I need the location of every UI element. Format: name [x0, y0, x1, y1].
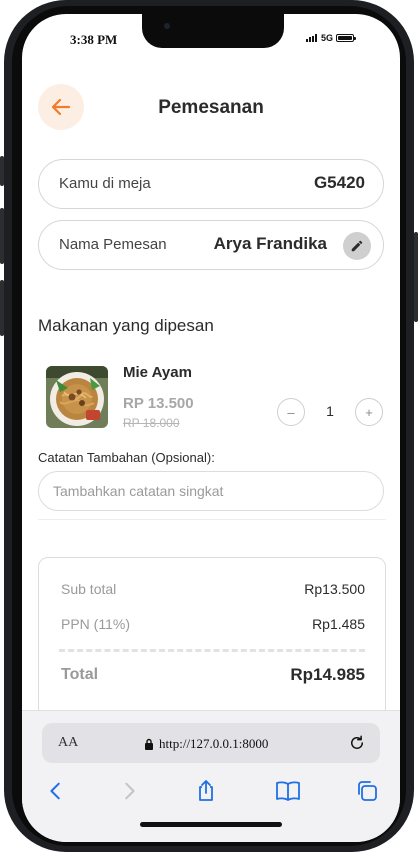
- minus-icon: –: [287, 404, 295, 420]
- lock-icon: [145, 738, 153, 750]
- power-button: [414, 232, 418, 322]
- network-type: 5G: [321, 33, 334, 43]
- table-label: Kamu di meja: [59, 175, 151, 192]
- table-card: Kamu di meja G5420: [38, 159, 384, 209]
- total-value: Rp14.985: [290, 665, 365, 684]
- address-bar[interactable]: AA http://127.0.0.1:8000: [42, 723, 380, 763]
- decrease-quantity-button[interactable]: –: [277, 398, 305, 426]
- tax-label: PPN (11%): [61, 616, 130, 632]
- volume-button: [0, 208, 4, 264]
- browser-forward-button[interactable]: [115, 777, 143, 805]
- customer-card: Nama Pemesan Arya Frandika: [38, 220, 384, 270]
- battery-icon: [336, 34, 357, 42]
- summary-divider: [59, 649, 365, 652]
- quantity-value: 1: [326, 403, 334, 419]
- browser-back-button[interactable]: [42, 777, 70, 805]
- front-camera: [164, 23, 170, 29]
- home-indicator: [140, 822, 282, 827]
- reload-icon[interactable]: [348, 734, 366, 752]
- item-price: RP 13.500: [123, 395, 194, 412]
- subtotal-label: Sub total: [61, 581, 117, 597]
- signal-icon: [306, 34, 318, 42]
- notes-input[interactable]: [38, 471, 384, 511]
- back-chevron-icon: [50, 782, 60, 800]
- item-name: Mie Ayam: [123, 364, 192, 381]
- status-indicators: 5G: [306, 33, 357, 43]
- tabs-icon: [358, 781, 377, 801]
- screen: 3:38 PM 5G Pemesanan Kamu di meja G5420 …: [22, 14, 400, 842]
- notes-label: Catatan Tambahan (Opsional):: [38, 450, 215, 465]
- increase-quantity-button[interactable]: +: [355, 398, 383, 426]
- bookmarks-icon: [276, 781, 300, 801]
- url-text: http://127.0.0.1:8000: [159, 736, 269, 751]
- volume-button: [0, 280, 4, 336]
- total-label: Total: [61, 666, 99, 683]
- forward-chevron-icon: [125, 782, 135, 800]
- url-display[interactable]: http://127.0.0.1:8000: [144, 736, 268, 752]
- item-original-price: RP 18.000: [123, 416, 180, 430]
- customer-label: Nama Pemesan: [59, 236, 167, 253]
- share-icon: [199, 780, 213, 801]
- notch: [142, 14, 284, 48]
- tabs-button[interactable]: [353, 777, 381, 805]
- volume-button: [0, 156, 4, 186]
- bookmarks-button[interactable]: [274, 777, 302, 805]
- text-size-button[interactable]: AA: [58, 735, 78, 751]
- edit-name-button[interactable]: [343, 232, 371, 260]
- status-time: 3:38 PM: [70, 32, 118, 47]
- order-section-title: Makanan yang dipesan: [38, 316, 214, 335]
- customer-name: Arya Frandika: [213, 234, 327, 253]
- tax-value: Rp1.485: [312, 616, 365, 632]
- notes-container: [38, 470, 386, 520]
- noodle-bowl-image: [46, 366, 108, 428]
- table-number: G5420: [313, 173, 365, 192]
- pencil-icon: [351, 240, 363, 252]
- page-title: Pemesanan: [158, 97, 264, 118]
- plus-icon: +: [365, 404, 373, 420]
- food-image: [46, 366, 108, 428]
- share-button[interactable]: [192, 777, 220, 805]
- subtotal-value: Rp13.500: [304, 581, 365, 597]
